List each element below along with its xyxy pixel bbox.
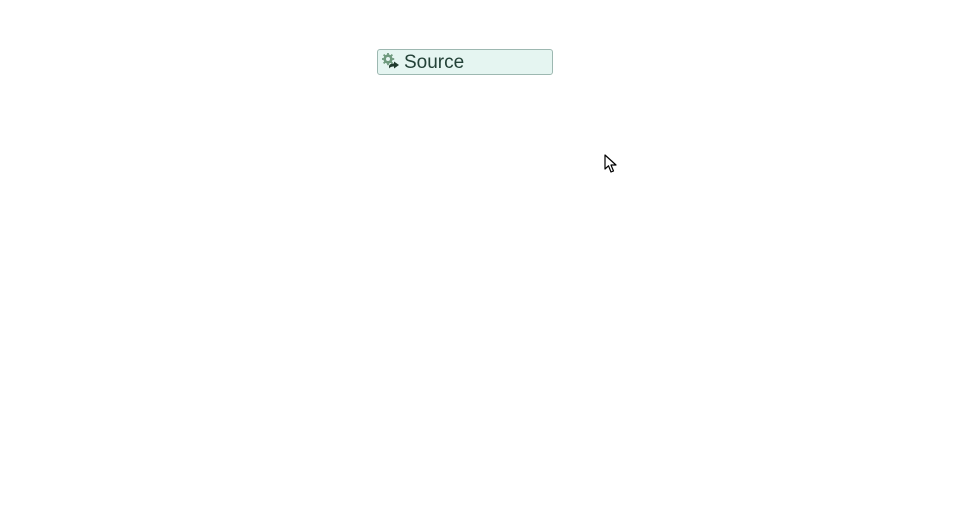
source-node-label: Source [404,53,464,72]
mouse-cursor-icon [604,154,618,174]
source-node[interactable]: Source [377,49,553,75]
source-forward-icon [382,53,400,71]
